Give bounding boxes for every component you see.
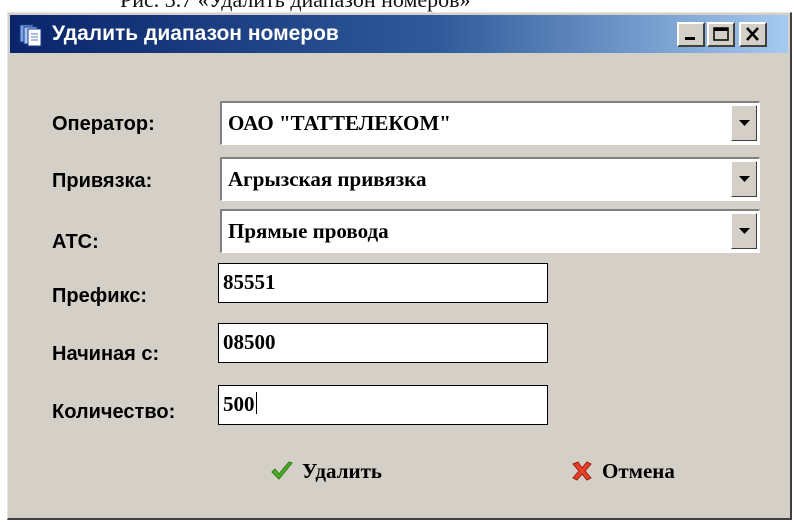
binding-value: Агрызская привязка: [228, 167, 427, 191]
operator-label: Оператор:: [52, 113, 155, 135]
start-value: 08500: [223, 330, 276, 354]
delete-button[interactable]: Удалить: [270, 453, 382, 489]
count-value-wrap: 500: [223, 386, 257, 422]
operator-select[interactable]: ОАО "ТАТТЕЛЕКОМ": [220, 101, 760, 145]
cancel-button[interactable]: Отмена: [570, 453, 675, 489]
text-cursor: [255, 392, 257, 414]
figure-caption-text: Рис. 3.7 «Удалить диапазон номеров»: [120, 0, 471, 11]
count-label: Количество:: [52, 401, 176, 423]
chevron-down-icon: [739, 176, 750, 182]
binding-dropdown-button[interactable]: [731, 161, 757, 197]
start-label: Начиная с:: [52, 343, 160, 365]
cancel-button-label: Отмена: [602, 458, 675, 483]
close-icon: [746, 27, 759, 41]
cross-icon: [572, 461, 592, 481]
chevron-down-icon: [739, 228, 750, 234]
ats-value: Прямые провода: [228, 219, 389, 243]
prefix-label: Префикс:: [52, 285, 148, 307]
delete-button-label: Удалить: [302, 458, 383, 483]
maximize-icon: [713, 27, 729, 41]
minimize-icon: [685, 37, 695, 40]
minimize-button[interactable]: [677, 22, 705, 47]
window-title: Удалить диапазон номеров: [52, 22, 339, 45]
chevron-down-icon: [739, 120, 750, 126]
prefix-value: 85551: [223, 270, 276, 294]
count-value: 500: [223, 392, 255, 416]
ats-dropdown-button[interactable]: [731, 213, 757, 249]
delete-range-dialog: Удалить диапазон номеров Оператор: ОАО "…: [7, 12, 792, 520]
document-stack-icon: [18, 23, 44, 47]
binding-select[interactable]: Агрызская привязка: [220, 157, 760, 201]
operator-dropdown-button[interactable]: [731, 105, 757, 141]
close-button[interactable]: [739, 22, 767, 47]
title-bar[interactable]: Удалить диапазон номеров: [10, 15, 788, 53]
maximize-button[interactable]: [707, 22, 735, 47]
operator-value: ОАО "ТАТТЕЛЕКОМ": [228, 111, 451, 135]
ats-select[interactable]: Прямые провода: [220, 209, 760, 253]
ats-label: АТС:: [52, 231, 99, 253]
count-field[interactable]: 500: [218, 385, 548, 425]
start-field[interactable]: 08500: [218, 323, 548, 363]
checkmark-icon: [271, 461, 293, 480]
binding-label: Привязка:: [52, 170, 153, 192]
prefix-field[interactable]: 85551: [218, 263, 548, 303]
